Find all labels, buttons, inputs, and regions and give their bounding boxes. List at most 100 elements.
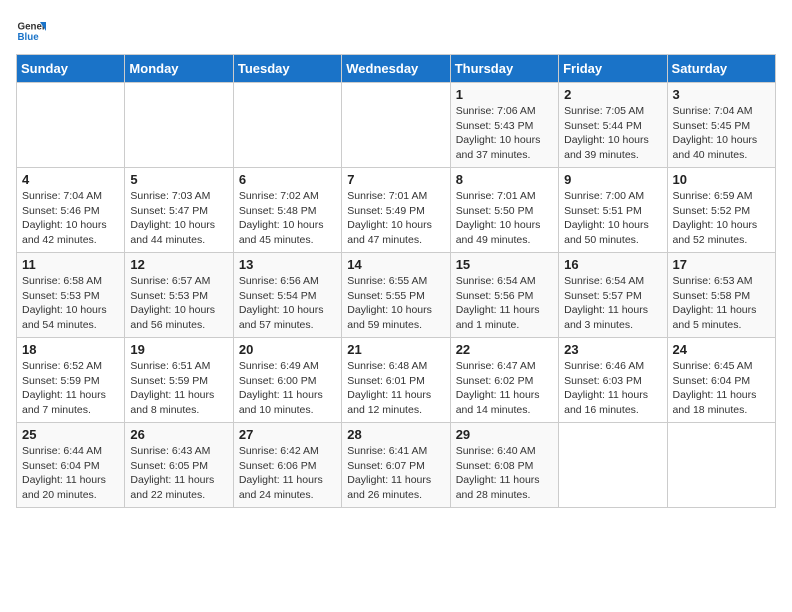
day-number: 28 <box>347 427 444 442</box>
day-info: Sunrise: 6:56 AM Sunset: 5:54 PM Dayligh… <box>239 274 336 333</box>
day-header-friday: Friday <box>559 55 667 83</box>
day-info: Sunrise: 7:06 AM Sunset: 5:43 PM Dayligh… <box>456 104 553 163</box>
day-number: 5 <box>130 172 227 187</box>
day-number: 21 <box>347 342 444 357</box>
calendar-cell: 12Sunrise: 6:57 AM Sunset: 5:53 PM Dayli… <box>125 253 233 338</box>
calendar-cell: 1 Sunrise: 7:06 AM Sunset: 5:43 PM Daylig… <box>450 83 558 168</box>
calendar-week-row: 11 Sunrise: 6:58 AM Sunset: 5:53 PM Dayli… <box>17 253 776 338</box>
day-info: Sunrise: 6:43 AM Sunset: 6:05 PM Dayligh… <box>130 444 227 503</box>
day-info: Sunrise: 6:54 AM Sunset: 5:57 PM Dayligh… <box>564 274 661 333</box>
day-header-tuesday: Tuesday <box>233 55 341 83</box>
calendar-cell <box>233 83 341 168</box>
day-number: 12 <box>130 257 227 272</box>
calendar-cell: 2Sunrise: 7:05 AM Sunset: 5:44 PM Daylig… <box>559 83 667 168</box>
calendar-cell: 14 Sunrise: 6:55 AM Sunset: 5:55 PM Dayli… <box>342 253 450 338</box>
day-number: 13 <box>239 257 336 272</box>
day-info: Sunrise: 7:04 AM Sunset: 5:45 PM Dayligh… <box>673 104 770 163</box>
calendar-cell: 5 Sunrise: 7:03 AM Sunset: 5:47 PM Daylig… <box>125 168 233 253</box>
calendar-cell: 18 Sunrise: 6:52 AM Sunset: 5:59 PM Dayli… <box>17 338 125 423</box>
day-header-wednesday: Wednesday <box>342 55 450 83</box>
calendar-table: SundayMondayTuesdayWednesdayThursdayFrid… <box>16 54 776 508</box>
header: General Blue <box>16 16 776 46</box>
calendar-cell: 13 Sunrise: 6:56 AM Sunset: 5:54 PM Dayli… <box>233 253 341 338</box>
logo: General Blue <box>16 16 46 46</box>
calendar-cell: 28Sunrise: 6:41 AM Sunset: 6:07 PM Dayli… <box>342 423 450 508</box>
day-number: 14 <box>347 257 444 272</box>
calendar-cell: 24 Sunrise: 6:45 AM Sunset: 6:04 PM Dayli… <box>667 338 775 423</box>
calendar-cell: 9 Sunrise: 7:00 AM Sunset: 5:51 PM Daylig… <box>559 168 667 253</box>
day-info: Sunrise: 7:03 AM Sunset: 5:47 PM Dayligh… <box>130 189 227 248</box>
day-info: Sunrise: 6:48 AM Sunset: 6:01 PM Dayligh… <box>347 359 444 418</box>
day-number: 9 <box>564 172 661 187</box>
calendar-cell <box>17 83 125 168</box>
day-number: 25 <box>22 427 119 442</box>
calendar-week-row: 4 Sunrise: 7:04 AM Sunset: 5:46 PM Daylig… <box>17 168 776 253</box>
calendar-cell: 23 Sunrise: 6:46 AM Sunset: 6:03 PM Dayli… <box>559 338 667 423</box>
calendar-cell: 15Sunrise: 6:54 AM Sunset: 5:56 PM Dayli… <box>450 253 558 338</box>
day-number: 17 <box>673 257 770 272</box>
day-header-thursday: Thursday <box>450 55 558 83</box>
calendar-cell: 27 Sunrise: 6:42 AM Sunset: 6:06 PM Dayli… <box>233 423 341 508</box>
calendar-cell: 17 Sunrise: 6:53 AM Sunset: 5:58 PM Dayli… <box>667 253 775 338</box>
calendar-cell: 22 Sunrise: 6:47 AM Sunset: 6:02 PM Dayli… <box>450 338 558 423</box>
day-info: Sunrise: 6:46 AM Sunset: 6:03 PM Dayligh… <box>564 359 661 418</box>
calendar-cell <box>342 83 450 168</box>
calendar-cell <box>667 423 775 508</box>
day-number: 3 <box>673 87 770 102</box>
day-info: Sunrise: 7:00 AM Sunset: 5:51 PM Dayligh… <box>564 189 661 248</box>
calendar-header-row: SundayMondayTuesdayWednesdayThursdayFrid… <box>17 55 776 83</box>
day-info: Sunrise: 6:47 AM Sunset: 6:02 PM Dayligh… <box>456 359 553 418</box>
day-info: Sunrise: 6:53 AM Sunset: 5:58 PM Dayligh… <box>673 274 770 333</box>
calendar-body: 1 Sunrise: 7:06 AM Sunset: 5:43 PM Daylig… <box>17 83 776 508</box>
day-info: Sunrise: 7:01 AM Sunset: 5:50 PM Dayligh… <box>456 189 553 248</box>
day-number: 1 <box>456 87 553 102</box>
calendar-cell: 11 Sunrise: 6:58 AM Sunset: 5:53 PM Dayli… <box>17 253 125 338</box>
day-number: 18 <box>22 342 119 357</box>
day-number: 10 <box>673 172 770 187</box>
calendar-cell: 20 Sunrise: 6:49 AM Sunset: 6:00 PM Dayli… <box>233 338 341 423</box>
day-info: Sunrise: 7:01 AM Sunset: 5:49 PM Dayligh… <box>347 189 444 248</box>
calendar-cell: 25 Sunrise: 6:44 AM Sunset: 6:04 PM Dayli… <box>17 423 125 508</box>
day-number: 19 <box>130 342 227 357</box>
day-number: 20 <box>239 342 336 357</box>
calendar-cell <box>125 83 233 168</box>
day-number: 4 <box>22 172 119 187</box>
calendar-week-row: 1 Sunrise: 7:06 AM Sunset: 5:43 PM Daylig… <box>17 83 776 168</box>
calendar-cell: 8Sunrise: 7:01 AM Sunset: 5:50 PM Daylig… <box>450 168 558 253</box>
calendar-cell: 6Sunrise: 7:02 AM Sunset: 5:48 PM Daylig… <box>233 168 341 253</box>
calendar-cell: 3 Sunrise: 7:04 AM Sunset: 5:45 PM Daylig… <box>667 83 775 168</box>
day-info: Sunrise: 6:42 AM Sunset: 6:06 PM Dayligh… <box>239 444 336 503</box>
day-info: Sunrise: 6:55 AM Sunset: 5:55 PM Dayligh… <box>347 274 444 333</box>
day-number: 24 <box>673 342 770 357</box>
day-number: 16 <box>564 257 661 272</box>
calendar-cell: 16 Sunrise: 6:54 AM Sunset: 5:57 PM Dayli… <box>559 253 667 338</box>
day-number: 29 <box>456 427 553 442</box>
day-info: Sunrise: 6:58 AM Sunset: 5:53 PM Dayligh… <box>22 274 119 333</box>
day-info: Sunrise: 6:40 AM Sunset: 6:08 PM Dayligh… <box>456 444 553 503</box>
day-number: 22 <box>456 342 553 357</box>
calendar-cell <box>559 423 667 508</box>
day-info: Sunrise: 6:59 AM Sunset: 5:52 PM Dayligh… <box>673 189 770 248</box>
day-info: Sunrise: 6:45 AM Sunset: 6:04 PM Dayligh… <box>673 359 770 418</box>
day-info: Sunrise: 7:02 AM Sunset: 5:48 PM Dayligh… <box>239 189 336 248</box>
day-number: 7 <box>347 172 444 187</box>
day-number: 27 <box>239 427 336 442</box>
day-info: Sunrise: 6:49 AM Sunset: 6:00 PM Dayligh… <box>239 359 336 418</box>
day-info: Sunrise: 6:51 AM Sunset: 5:59 PM Dayligh… <box>130 359 227 418</box>
calendar-cell: 26 Sunrise: 6:43 AM Sunset: 6:05 PM Dayli… <box>125 423 233 508</box>
day-info: Sunrise: 7:04 AM Sunset: 5:46 PM Dayligh… <box>22 189 119 248</box>
day-number: 26 <box>130 427 227 442</box>
calendar-cell: 4 Sunrise: 7:04 AM Sunset: 5:46 PM Daylig… <box>17 168 125 253</box>
calendar-cell: 29 Sunrise: 6:40 AM Sunset: 6:08 PM Dayli… <box>450 423 558 508</box>
day-header-sunday: Sunday <box>17 55 125 83</box>
day-info: Sunrise: 6:44 AM Sunset: 6:04 PM Dayligh… <box>22 444 119 503</box>
day-info: Sunrise: 6:52 AM Sunset: 5:59 PM Dayligh… <box>22 359 119 418</box>
calendar-week-row: 25 Sunrise: 6:44 AM Sunset: 6:04 PM Dayli… <box>17 423 776 508</box>
calendar-cell: 19 Sunrise: 6:51 AM Sunset: 5:59 PM Dayli… <box>125 338 233 423</box>
calendar-cell: 7 Sunrise: 7:01 AM Sunset: 5:49 PM Daylig… <box>342 168 450 253</box>
day-number: 2 <box>564 87 661 102</box>
day-number: 23 <box>564 342 661 357</box>
day-info: Sunrise: 6:54 AM Sunset: 5:56 PM Dayligh… <box>456 274 553 333</box>
day-header-monday: Monday <box>125 55 233 83</box>
day-number: 11 <box>22 257 119 272</box>
